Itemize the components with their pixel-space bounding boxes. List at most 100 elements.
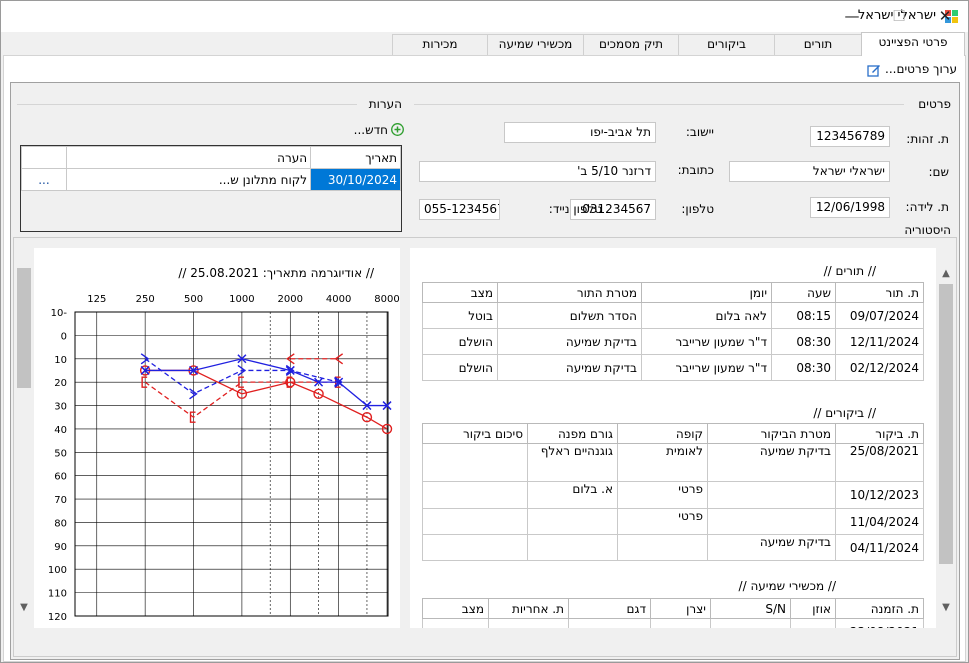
device-col-sn: S/N (710, 598, 791, 619)
tables-scroll-thumb[interactable] (939, 284, 953, 564)
table-row[interactable]: 09/07/2024 08:15 לאה בלום הסדר תשלום בוט… (422, 302, 924, 329)
table-cell: הושלם (422, 354, 498, 381)
appt-col-time: שעה (771, 282, 836, 303)
history-panel: ▼ ▲ ▼ // אודיוגרמה מתאריך: 25.08.2021 //… (13, 237, 957, 657)
y-tick-label: 10 (54, 355, 67, 366)
table-cell: 10/12/2023 (835, 481, 924, 509)
hearing-aids-table: ת. הזמנה אוזן S/N יצרן דגם ת. אחריות מצב… (422, 598, 924, 628)
notes-group-line (17, 104, 357, 105)
table-row[interactable]: 11/04/2024 פרטי (422, 508, 924, 535)
notes-group-title: הערות (368, 97, 402, 111)
table-cell: לאה בלום (641, 302, 772, 329)
address-field[interactable]: דרזנר 5/10 ב' (419, 161, 656, 182)
table-cell: ד"ר שמעון שרייבר (641, 354, 772, 381)
audiogram-scroll-thumb[interactable] (17, 268, 31, 388)
table-row[interactable]: 23/08/2021 הוזמנו (422, 618, 924, 628)
title-bar: ישראלי ישראל — ☐ ✕ (1, 1, 968, 32)
table-cell (488, 618, 569, 628)
device-col-maker: יצרן (650, 598, 711, 619)
notes-row[interactable]: 30/10/2024 לקוח מתלונן ש... ... (21, 168, 401, 191)
table-cell (617, 534, 708, 561)
address-label: כתובת: (677, 163, 714, 177)
name-label: שם: (928, 165, 949, 179)
table-cell (710, 618, 791, 628)
appt-col-diary: יומן (641, 282, 772, 303)
appointments-table: ת. תור שעה יומן מטרת התור מצב 09/07/2024… (422, 282, 924, 381)
tab-sales[interactable]: מכירות (392, 34, 488, 55)
table-cell: בדיקת שמיעה (497, 354, 642, 381)
notes-col-note: הערה (65, 146, 312, 169)
new-note-button[interactable]: חדש... (354, 123, 404, 137)
table-row[interactable]: 12/11/2024 08:30 ד"ר שמעון שרייבר בדיקת … (422, 328, 924, 355)
tab-appointments[interactable]: תורים (774, 34, 862, 55)
table-row[interactable]: 02/12/2024 08:30 ד"ר שמעון שרייבר בדיקת … (422, 354, 924, 381)
table-cell (790, 618, 836, 628)
new-note-label: חדש... (353, 123, 388, 137)
mobile-field[interactable]: 055-1234567 (419, 199, 500, 220)
audiogram-scrollbar[interactable]: ▼ (16, 248, 32, 618)
table-cell (422, 443, 528, 482)
patient-details-page: ערוך פרטים... פרטים הערות ת. זהות: 12345… (3, 55, 966, 662)
table-cell: בדיקת שמיעה (707, 534, 836, 561)
tab-hearing-aids[interactable]: מכשירי שמיעה (487, 34, 584, 55)
scroll-up-icon[interactable]: ▲ (938, 266, 954, 282)
visits-title: // ביקורים // (813, 406, 876, 420)
y-tick-label: 30 (54, 402, 67, 413)
notes-grid: תאריך הערה 30/10/2024 לקוח מתלונן ש... .… (20, 145, 402, 232)
device-col-model: דגם (568, 598, 651, 619)
x-tick-label: 500 (184, 294, 203, 305)
visits-table: ת. ביקור מטרת הביקור קופה גורם מפנה סיכו… (422, 423, 924, 561)
scroll-down-icon[interactable]: ▼ (938, 600, 954, 616)
details-container: פרטים הערות ת. זהות: 123456789 יישוב: תל… (10, 82, 960, 660)
note-more-button[interactable]: ... (21, 168, 67, 191)
y-tick-label: 20 (54, 378, 67, 389)
birthdate-field[interactable]: 12/06/1998 (810, 197, 890, 218)
table-row[interactable]: 10/12/2023 פרטי א. בלום (422, 481, 924, 509)
table-cell: פרטי (617, 508, 708, 535)
device-col-order-date: ת. הזמנה (835, 598, 924, 619)
close-button[interactable]: ✕ (922, 1, 968, 32)
table-cell: 08:30 (771, 328, 836, 355)
maximize-button[interactable]: ☐ (876, 1, 922, 32)
scroll-down-icon[interactable]: ▼ (16, 600, 32, 616)
edit-details-link[interactable]: ערוך פרטים... (863, 62, 957, 77)
table-row[interactable]: 25/08/2021 בדיקת שמיעה לאומית גוגנהיים ר… (422, 443, 924, 482)
y-tick-label: 100 (48, 565, 67, 576)
table-cell: גוגנהיים ראלף (527, 443, 618, 482)
table-cell: פרטי (617, 481, 708, 509)
name-field[interactable]: ישראלי ישראל (729, 161, 890, 182)
table-cell (568, 618, 651, 628)
table-row[interactable]: 04/11/2024 בדיקת שמיעה (422, 534, 924, 561)
y-tick-label: 50 (54, 448, 67, 459)
notes-col-more (21, 146, 67, 169)
table-cell (422, 534, 528, 561)
id-field[interactable]: 123456789 (810, 126, 890, 147)
tab-visits[interactable]: ביקורים (678, 34, 775, 55)
audiogram-panel: // אודיוגרמה מתאריך: 25.08.2021 // 10- 0 1… (34, 248, 400, 628)
notes-col-date: תאריך (310, 146, 401, 169)
tables-scrollbar[interactable]: ▲ ▼ (938, 248, 954, 618)
minimize-button[interactable]: — (829, 1, 875, 32)
note-date: 30/10/2024 (310, 168, 401, 191)
city-field[interactable]: תל אביב-יפו (504, 122, 656, 143)
visit-col-summary: סיכום ביקור (422, 423, 528, 444)
y-tick-label: 60 (54, 472, 67, 483)
history-tables: // תורים // ת. תור שעה יומן מטרת התור מצ… (410, 248, 936, 628)
table-cell: 08:30 (771, 354, 836, 381)
x-tick-label: 1000 (229, 294, 254, 305)
tab-documents[interactable]: תיק מסמכים (583, 34, 679, 55)
device-col-ear: אוזן (790, 598, 836, 619)
table-cell: הושלם (422, 328, 498, 355)
table-cell: בדיקת שמיעה (497, 328, 642, 355)
appt-col-purpose: מטרת התור (497, 282, 642, 303)
birthdate-label: ת. לידה: (905, 200, 949, 214)
y-tick-label: 10- (51, 308, 68, 319)
tab-patient-details[interactable]: פרטי הפציינט (861, 32, 965, 56)
table-cell (650, 618, 711, 628)
table-cell: 04/11/2024 (835, 534, 924, 561)
table-cell: 11/04/2024 (835, 508, 924, 535)
mobile-label: טלפון נייד: (548, 202, 602, 216)
table-cell (527, 508, 618, 535)
table-cell: 08:15 (771, 302, 836, 329)
edit-icon (867, 64, 881, 77)
